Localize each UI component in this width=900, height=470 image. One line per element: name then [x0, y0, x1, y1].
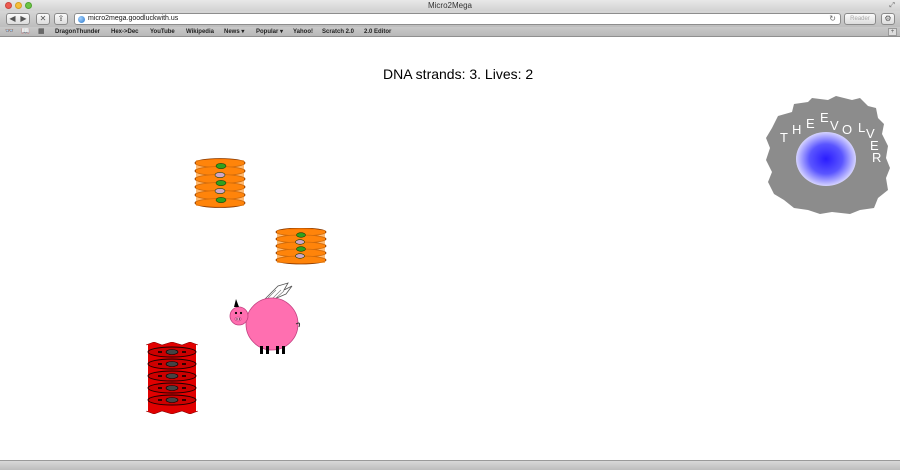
bookmark-item[interactable]: Popular ▾ — [256, 27, 283, 37]
evolver-letter: E — [820, 110, 829, 125]
pig-head — [229, 299, 249, 326]
settings-button[interactable]: ⚙ — [881, 13, 895, 25]
bookmarks-bar: 👓 📖 ▦ DragonThunder Hex->Dec YouTube Wik… — [0, 27, 900, 37]
back-forward-buttons: ◀ ▶ — [6, 13, 30, 25]
share-icon: ⇪ — [57, 14, 65, 23]
evolver-letter: T — [780, 130, 788, 145]
back-arrow-icon[interactable]: ◀ — [7, 14, 18, 24]
globe-icon — [78, 16, 85, 23]
add-bookmark-icon[interactable]: + — [888, 28, 897, 36]
game-stage[interactable]: DNA strands: 3. Lives: 2 T H E E V O L V… — [0, 38, 900, 460]
bookmark-item[interactable]: Hex->Dec — [111, 27, 139, 37]
evolver-letter: L — [858, 120, 865, 135]
browser-toolbar: ◀ ▶ ✕ ⇪ micro2mega.goodluckwith.us ↻ Read… — [0, 11, 900, 27]
bookmark-item[interactable]: News ▾ — [224, 27, 244, 37]
top-sites-grid-icon[interactable]: ▦ — [38, 27, 45, 37]
bookmark-item[interactable]: Wikipedia — [186, 27, 214, 37]
evolver-core — [796, 132, 856, 186]
reading-list-icon[interactable]: 👓 — [5, 27, 14, 37]
bookmark-item[interactable]: Scratch 2.0 — [322, 27, 354, 37]
bookmark-item[interactable]: YouTube — [150, 27, 175, 37]
address-bar[interactable]: micro2mega.goodluckwith.us ↻ — [74, 13, 841, 25]
forward-arrow-icon[interactable]: ▶ — [18, 14, 29, 24]
stop-button[interactable]: ✕ — [36, 13, 50, 25]
bookmarks-book-icon[interactable]: 📖 — [21, 27, 30, 37]
close-icon: ✕ — [39, 14, 47, 23]
browser-statusbar — [0, 460, 900, 470]
bookmark-item[interactable]: DragonThunder — [55, 27, 100, 37]
window-title: Micro2Mega — [427, 1, 472, 10]
window-titlebar: Micro2Mega ⤢ — [0, 0, 900, 11]
pig-body — [245, 297, 299, 351]
evolver-letter: E — [806, 116, 815, 131]
wing-icon — [263, 282, 293, 301]
evolver-boss[interactable]: T H E E V O L V E R — [764, 94, 892, 218]
url-text[interactable]: micro2mega.goodluckwith.us — [88, 14, 178, 24]
reload-icon[interactable]: ↻ — [829, 14, 836, 24]
red-dna-cell[interactable] — [144, 342, 200, 414]
evolver-letter: V — [830, 118, 839, 133]
reader-button[interactable]: Reader — [844, 13, 876, 25]
flying-pig-player[interactable] — [226, 282, 302, 356]
orange-dna-cell[interactable] — [274, 228, 328, 268]
orange-dna-cell[interactable] — [193, 158, 247, 212]
bookmark-item[interactable]: Yahoo! — [293, 27, 313, 37]
bookmark-item[interactable]: 2.0 Editor — [364, 27, 391, 37]
share-button[interactable]: ⇪ — [54, 13, 68, 25]
evolver-letter: H — [792, 122, 801, 137]
evolver-letter: O — [842, 122, 852, 137]
fullscreen-icon[interactable]: ⤢ — [889, 2, 895, 9]
evolver-letter: R — [872, 150, 881, 165]
gear-icon: ⚙ — [884, 14, 892, 23]
game-status-text: DNA strands: 3. Lives: 2 — [383, 66, 534, 82]
